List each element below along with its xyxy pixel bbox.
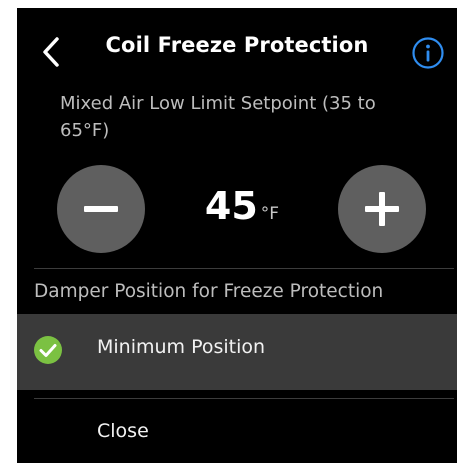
decrease-button[interactable]: [57, 165, 145, 253]
increase-button[interactable]: [338, 165, 426, 253]
divider: [34, 398, 454, 399]
setpoint-unit: °F: [260, 204, 280, 224]
option-minimum-position[interactable]: Minimum Position: [17, 314, 457, 390]
coil-freeze-protection-screen: Coil Freeze Protection Mixed Air Low Lim…: [17, 8, 457, 463]
option-label: Minimum Position: [97, 336, 266, 358]
check-circle-icon: [34, 336, 62, 364]
damper-section-label: Damper Position for Freeze Protection: [34, 281, 384, 302]
setpoint-value-display: 45 °F: [167, 184, 317, 228]
plus-icon: [365, 192, 399, 226]
info-button[interactable]: [411, 36, 445, 70]
page-title: Coil Freeze Protection: [105, 33, 369, 57]
back-button[interactable]: [39, 35, 65, 69]
setpoint-value: 45: [204, 184, 258, 228]
info-icon: [412, 37, 444, 69]
header: Coil Freeze Protection: [17, 8, 457, 86]
divider: [34, 268, 454, 269]
chevron-left-icon: [43, 37, 59, 67]
setpoint-label: Mixed Air Low Limit Setpoint (35 to 65°F…: [60, 93, 376, 141]
minus-icon: [84, 206, 118, 212]
close-button[interactable]: Close: [17, 408, 457, 460]
close-label: Close: [97, 420, 149, 442]
